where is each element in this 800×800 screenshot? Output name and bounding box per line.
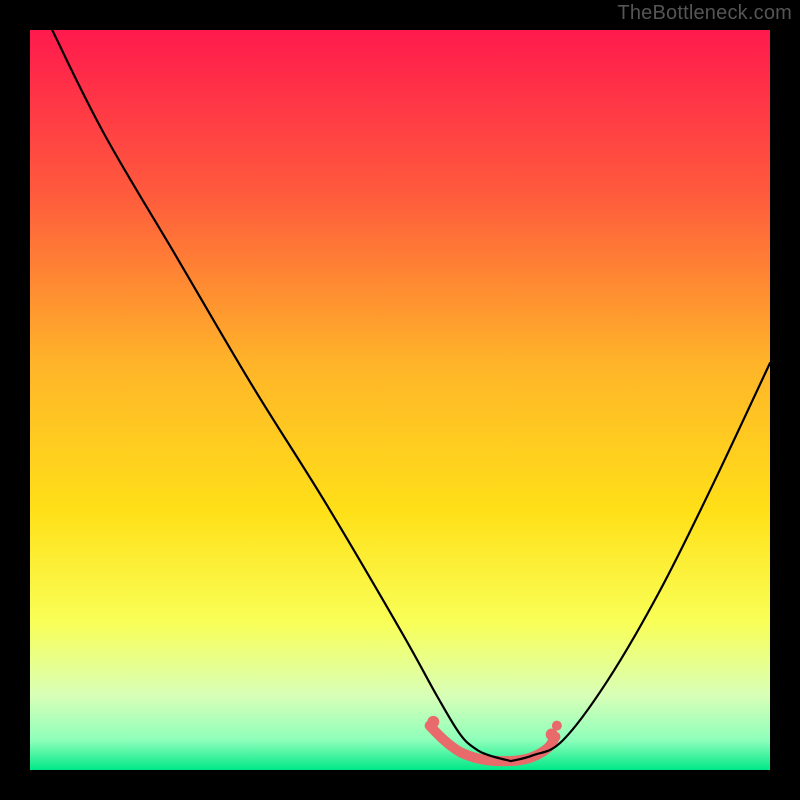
highlight-marker-2 xyxy=(552,721,562,731)
chart-svg xyxy=(30,30,770,770)
highlight-marker-0 xyxy=(427,716,439,728)
chart-background xyxy=(30,30,770,770)
chart-stage: TheBottleneck.com xyxy=(0,0,800,800)
watermark-text: TheBottleneck.com xyxy=(617,2,792,25)
chart-plot-area xyxy=(30,30,770,770)
